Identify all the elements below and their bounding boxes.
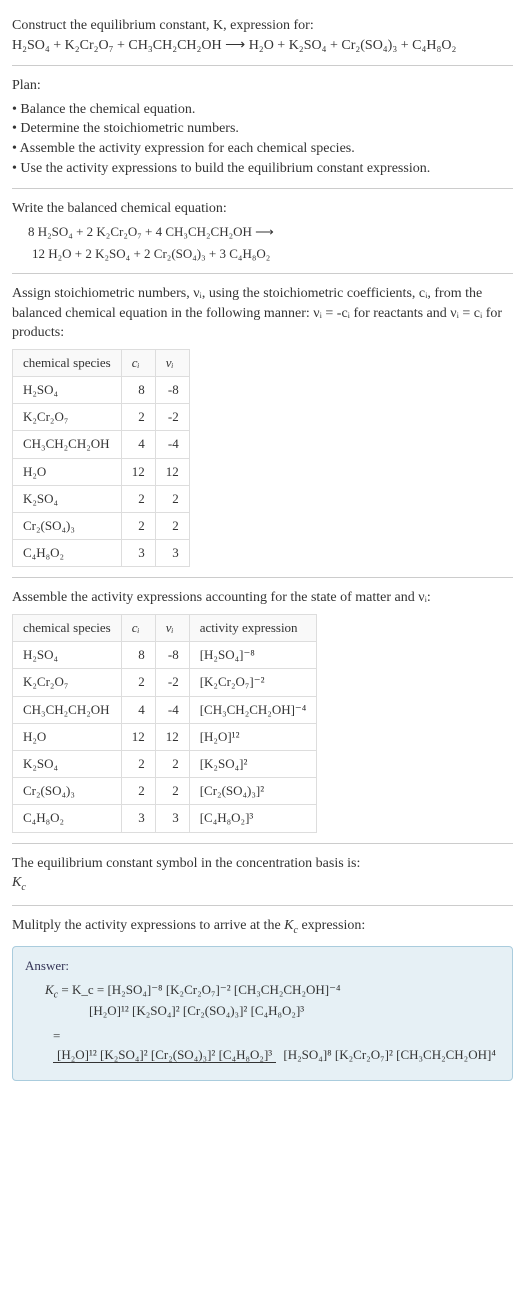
col-activity: activity expression bbox=[189, 615, 317, 642]
balanced-block: Write the balanced chemical equation: 8 … bbox=[12, 199, 513, 263]
col-nui: νᵢ bbox=[155, 615, 189, 642]
table-row: K₂Cr₂O₇2-2[K₂Cr₂O₇]⁻² bbox=[13, 669, 317, 696]
plan-list: Balance the chemical equation. Determine… bbox=[12, 100, 513, 178]
col-species: chemical species bbox=[13, 349, 122, 376]
title-text: Construct the equilibrium constant, K, e… bbox=[12, 18, 314, 33]
assemble-block: Assemble the activity expressions accoun… bbox=[12, 588, 513, 832]
list-item: Assemble the activity expression for eac… bbox=[12, 139, 513, 159]
table-row: K₂SO₄22 bbox=[13, 485, 190, 512]
activity-table: chemical species cᵢ νᵢ activity expressi… bbox=[12, 614, 317, 833]
answer-box: Answer: Kc = K_c = [H₂SO₄]⁻⁸ [K₂Cr₂O₇]⁻²… bbox=[12, 946, 513, 1081]
col-ci: cᵢ bbox=[121, 615, 155, 642]
table-row: C₄H₈O₂33 bbox=[13, 540, 190, 567]
kc-fraction: = [H₂O]¹² [K₂SO₄]² [Cr₂(SO₄)₃]² [C₄H₈O₂]… bbox=[53, 1027, 500, 1064]
divider bbox=[12, 905, 513, 906]
table-row: CH₃CH₂CH₂OH4-4 bbox=[13, 431, 190, 458]
divider bbox=[12, 273, 513, 274]
list-item: Balance the chemical equation. bbox=[12, 100, 513, 120]
answer-label: Answer: bbox=[25, 957, 500, 975]
unbalanced-equation: H₂SO₄ + K₂Cr₂O₇ + CH₃CH₂CH₂OH ⟶ H₂O + K₂… bbox=[12, 38, 456, 53]
table-row: H₂SO₄8-8 bbox=[13, 377, 190, 404]
table-row: K₂SO₄22[K₂SO₄]² bbox=[13, 750, 317, 777]
list-item: Use the activity expressions to build th… bbox=[12, 159, 513, 179]
divider bbox=[12, 577, 513, 578]
table-row: H₂O1212 bbox=[13, 458, 190, 485]
balanced-label: Write the balanced chemical equation: bbox=[12, 201, 227, 216]
multiply-block: Mulitply the activity expressions to arr… bbox=[12, 916, 513, 938]
symbol-block: The equilibrium constant symbol in the c… bbox=[12, 854, 513, 895]
stoich-table: chemical species cᵢ νᵢ H₂SO₄8-8 K₂Cr₂O₇2… bbox=[12, 349, 190, 568]
table-row: CH₃CH₂CH₂OH4-4[CH₃CH₂CH₂OH]⁻⁴ bbox=[13, 696, 317, 723]
table-header-row: chemical species cᵢ νᵢ bbox=[13, 349, 190, 376]
fraction-numerator: [H₂O]¹² [K₂SO₄]² [Cr₂(SO₄)₃]² [C₄H₈O₂]³ bbox=[53, 1047, 276, 1063]
col-nui: νᵢ bbox=[155, 349, 189, 376]
col-ci: cᵢ bbox=[121, 349, 155, 376]
plan-label: Plan: bbox=[12, 78, 41, 93]
balanced-equation-line2: 12 H₂O + 2 K₂SO₄ + 2 Cr₂(SO₄)₃ + 3 C₄H₈O… bbox=[32, 245, 513, 263]
table-row: C₄H₈O₂33[C₄H₈O₂]³ bbox=[13, 805, 317, 832]
table-row: H₂O1212[H₂O]¹² bbox=[13, 723, 317, 750]
divider bbox=[12, 843, 513, 844]
table-row: H₂SO₄8-8[H₂SO₄]⁻⁸ bbox=[13, 642, 317, 669]
plan-block: Plan: Balance the chemical equation. Det… bbox=[12, 76, 513, 178]
multiply-text: Mulitply the activity expressions to arr… bbox=[12, 918, 365, 933]
col-species: chemical species bbox=[13, 615, 122, 642]
kc-symbol: Kc bbox=[12, 875, 26, 890]
assign-text: Assign stoichiometric numbers, νᵢ, using… bbox=[12, 286, 502, 340]
symbol-text: The equilibrium constant symbol in the c… bbox=[12, 856, 360, 871]
table-row: Cr₂(SO₄)₃22 bbox=[13, 513, 190, 540]
assemble-text: Assemble the activity expressions accoun… bbox=[12, 590, 431, 605]
table-row: Cr₂(SO₄)₃22[Cr₂(SO₄)₃]² bbox=[13, 778, 317, 805]
table-row: K₂Cr₂O₇2-2 bbox=[13, 404, 190, 431]
assign-block: Assign stoichiometric numbers, νᵢ, using… bbox=[12, 284, 513, 567]
divider bbox=[12, 188, 513, 189]
balanced-equation-line1: 8 H₂SO₄ + 2 K₂Cr₂O₇ + 4 CH₃CH₂CH₂OH ⟶ bbox=[28, 223, 513, 241]
title-block: Construct the equilibrium constant, K, e… bbox=[12, 16, 513, 55]
list-item: Determine the stoichiometric numbers. bbox=[12, 119, 513, 139]
fraction-denominator: [H₂SO₄]⁸ [K₂Cr₂O₇]² [CH₃CH₂CH₂OH]⁴ bbox=[279, 1047, 499, 1062]
kc-expression: Kc = K_c = [H₂SO₄]⁻⁸ [K₂Cr₂O₇]⁻² [CH₃CH₂… bbox=[45, 981, 500, 1021]
table-header-row: chemical species cᵢ νᵢ activity expressi… bbox=[13, 615, 317, 642]
divider bbox=[12, 65, 513, 66]
